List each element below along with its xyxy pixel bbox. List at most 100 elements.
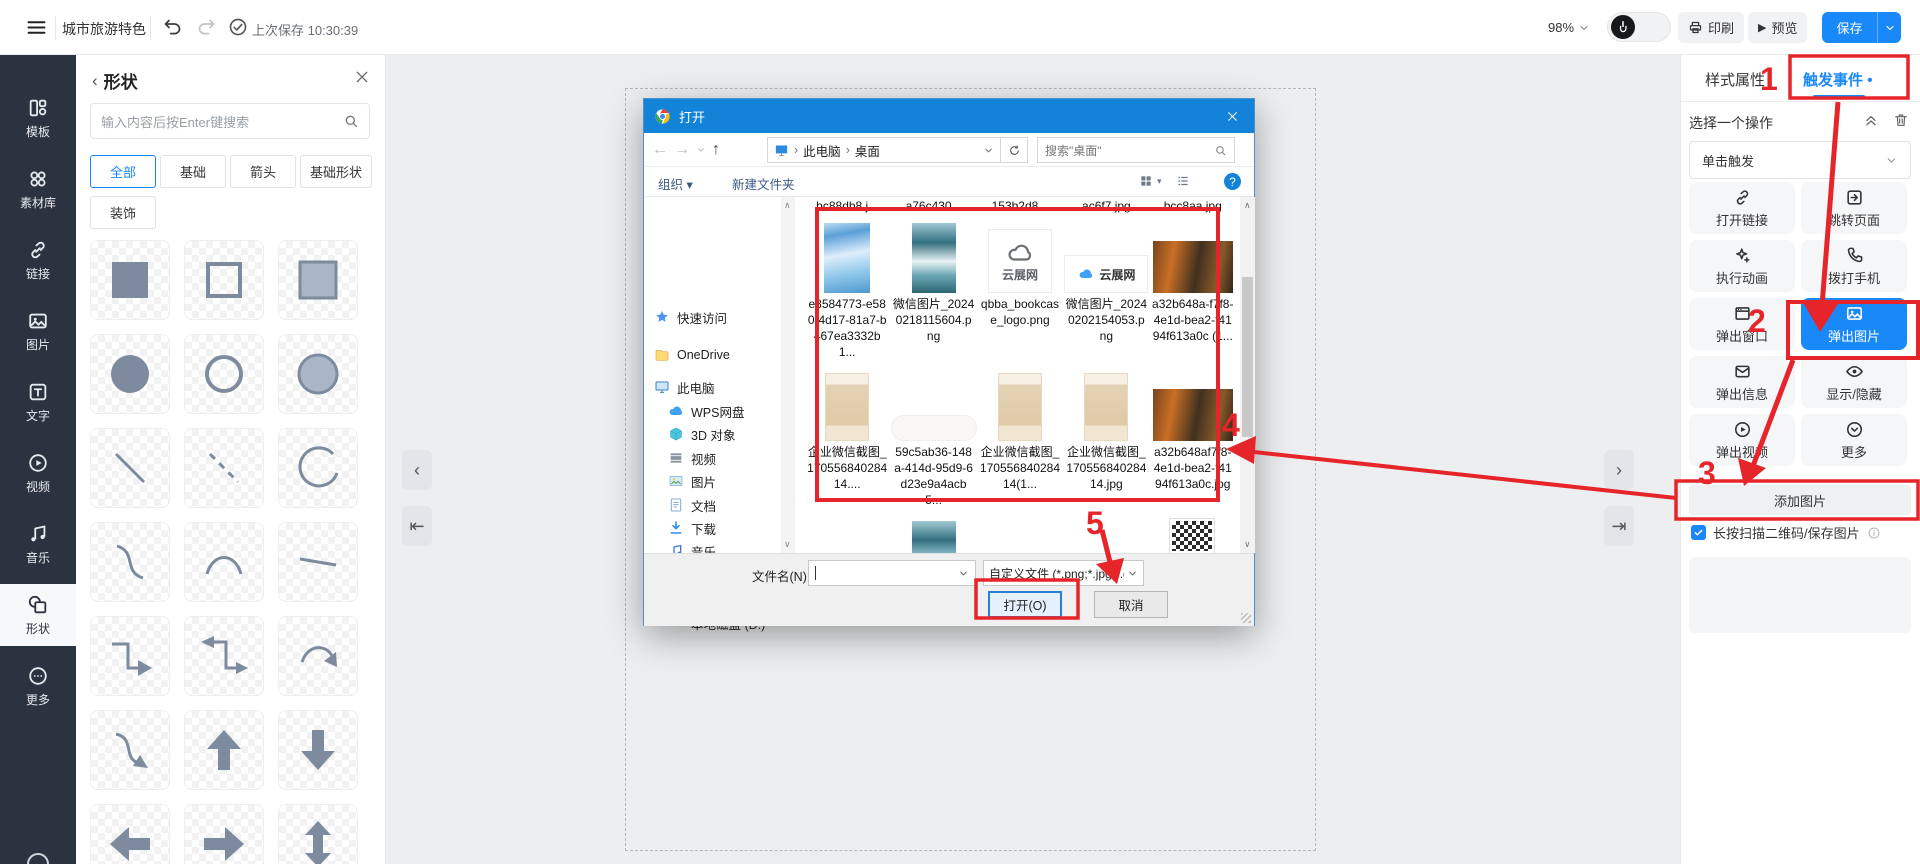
shape-arrow-right[interactable] xyxy=(184,804,264,864)
new-folder-button[interactable]: 新建文件夹 xyxy=(732,174,795,193)
action-show-hide[interactable]: 显示/隐藏 xyxy=(1801,356,1907,408)
scrollbar-thumb[interactable] xyxy=(1242,277,1253,437)
resize-grip[interactable] xyxy=(1241,613,1251,623)
save-button[interactable]: 保存 xyxy=(1822,12,1877,43)
filename-input[interactable] xyxy=(808,560,976,586)
shape-line-diagonal[interactable] xyxy=(90,428,170,508)
dialog-close-button[interactable] xyxy=(1210,99,1254,133)
list-view-icon[interactable] xyxy=(1176,174,1190,188)
shape-curve-s[interactable] xyxy=(90,522,170,602)
file-item[interactable]: 云展网微信图片_20240202154053.png xyxy=(1063,221,1149,360)
collapse-left-full-button[interactable]: ⇤ xyxy=(402,506,432,546)
scroll-up-icon[interactable]: ∧ xyxy=(1244,200,1251,211)
sidebar-scrollbar[interactable]: ∧ ∨ xyxy=(781,197,795,553)
collapse-right-panel-button[interactable]: › xyxy=(1604,450,1634,490)
cancel-button[interactable]: 取消 xyxy=(1094,591,1168,618)
back-chevron-icon[interactable]: ‹ xyxy=(92,71,98,91)
tab-decor[interactable]: 装饰 xyxy=(90,196,156,229)
nav-pictures[interactable]: 图片 xyxy=(668,470,716,492)
sidebar-item-video[interactable]: 视频 xyxy=(0,442,76,504)
action-run-animation[interactable]: 执行动画 xyxy=(1689,240,1795,292)
file-item[interactable]: 企业微信截图_17055684028414(1... xyxy=(977,369,1063,508)
shape-square-outline[interactable] xyxy=(184,240,264,320)
nav-onedrive[interactable]: OneDrive xyxy=(654,344,730,366)
forward-icon[interactable]: → xyxy=(674,141,690,159)
file-item[interactable]: a32b648af7f8-4e1d-bea2-f4194f613a0c.jpg xyxy=(1150,369,1236,508)
scroll-down-icon[interactable]: ∨ xyxy=(1244,539,1251,550)
action-call-phone[interactable]: 拨打手机 xyxy=(1801,240,1907,292)
sidebar-item-music[interactable]: 音乐 xyxy=(0,513,76,575)
sidebar-item-image[interactable]: 图片 xyxy=(0,300,76,362)
breadcrumb[interactable]: › 此电脑 › 桌面 xyxy=(767,137,1001,163)
collapse-right-full-button[interactable]: ⇥ xyxy=(1604,506,1634,546)
shape-curve-arch[interactable] xyxy=(184,522,264,602)
tab-trigger-events[interactable]: 触发事件 • xyxy=(1803,69,1872,90)
action-popup-video[interactable]: 弹出视频 xyxy=(1689,414,1795,466)
collapse-left-panel-button[interactable]: ‹ xyxy=(402,450,432,490)
file-list-scrollbar[interactable]: ∧ ∨ xyxy=(1240,197,1255,553)
print-button[interactable]: 印刷 xyxy=(1678,12,1744,43)
save-dropdown[interactable] xyxy=(1877,12,1901,43)
action-more[interactable]: 更多 xyxy=(1801,414,1907,466)
file-name-partial[interactable]: 153b2d8... xyxy=(977,199,1063,213)
file-thumbnail-partial[interactable] xyxy=(912,521,956,553)
breadcrumb-desktop[interactable]: 桌面 xyxy=(855,141,880,160)
open-button[interactable]: 打开(O) xyxy=(988,591,1062,618)
save-split-button[interactable]: 保存 xyxy=(1822,12,1901,43)
action-open-link[interactable]: 打开链接 xyxy=(1689,182,1795,234)
zoom-select[interactable]: 98% xyxy=(1548,20,1590,35)
sidebar-item-link[interactable]: 链接 xyxy=(0,229,76,291)
checkbox-checked[interactable] xyxy=(1691,525,1706,540)
shape-arrow-down[interactable] xyxy=(278,710,358,790)
shape-s-curve-arrow[interactable] xyxy=(90,710,170,790)
scroll-down-icon[interactable]: ∨ xyxy=(784,539,791,550)
file-name-partial[interactable]: bc88db8.j... xyxy=(804,199,890,213)
add-image-button[interactable]: 添加图片 xyxy=(1689,485,1911,515)
preview-button[interactable]: ▶ 预览 xyxy=(1748,12,1807,43)
file-item[interactable]: 59c5ab36-148a-414d-95d9-6d23e9a4acb5... xyxy=(890,369,976,508)
sidebar-item-template[interactable]: 模板 xyxy=(0,87,76,149)
shape-square-tinted[interactable] xyxy=(278,240,358,320)
shape-arrow-up[interactable] xyxy=(184,710,264,790)
hamburger-menu-icon[interactable] xyxy=(26,17,47,38)
file-name-partial[interactable]: bcc8aa.jpg xyxy=(1150,199,1236,213)
help-icon[interactable]: ? xyxy=(1224,173,1241,190)
file-item[interactable]: 企业微信截图_17055684028414.jpg xyxy=(1063,369,1149,508)
sidebar-item-more[interactable]: 更多 xyxy=(0,655,76,717)
file-item[interactable]: e8584773-e580-4d17-81a7-b467ea3332b1... xyxy=(804,221,890,360)
action-popup-window[interactable]: 弹出窗口 xyxy=(1689,298,1795,350)
shape-arrow-left[interactable] xyxy=(90,804,170,864)
tab-style-properties[interactable]: 样式属性 xyxy=(1705,69,1765,90)
nav-quick-access[interactable]: 快速访问 xyxy=(654,306,727,328)
touch-mode-toggle[interactable] xyxy=(1607,12,1671,42)
history-chevron-icon[interactable] xyxy=(696,145,706,155)
chevron-down-icon[interactable] xyxy=(983,145,994,156)
breadcrumb-this-pc[interactable]: 此电脑 xyxy=(803,141,841,160)
shape-square-filled[interactable] xyxy=(90,240,170,320)
action-jump-page[interactable]: 跳转页面 xyxy=(1801,182,1907,234)
shape-circle-tinted[interactable] xyxy=(278,334,358,414)
view-chevron-icon[interactable]: ▾ xyxy=(1157,176,1162,187)
panel-close-icon[interactable] xyxy=(354,69,370,85)
nav-videos[interactable]: 视频 xyxy=(668,447,716,469)
shape-arc-open[interactable] xyxy=(278,428,358,508)
nav-downloads[interactable]: 下载 xyxy=(668,517,716,539)
dialog-search-input[interactable]: 搜索"桌面" xyxy=(1037,137,1235,163)
file-item[interactable]: a32b648a-f7f8-4e1d-bea2-f4194f613a0c (1.… xyxy=(1150,221,1236,360)
shape-line-dashed[interactable] xyxy=(184,428,264,508)
trigger-type-select[interactable]: 单击触发 xyxy=(1689,141,1911,179)
shape-circle-filled[interactable] xyxy=(90,334,170,414)
back-icon[interactable]: ← xyxy=(652,141,668,159)
sidebar-item-shape[interactable]: 形状 xyxy=(0,584,76,646)
action-popup-image[interactable]: 弹出图片 xyxy=(1801,298,1907,350)
collapse-icon[interactable] xyxy=(1863,112,1879,128)
shape-arrow-up-down[interactable] xyxy=(278,804,358,864)
nav-wps-drive[interactable]: WPS网盘 xyxy=(668,400,744,422)
shape-curve-arrow[interactable] xyxy=(278,616,358,696)
trash-icon[interactable] xyxy=(1893,112,1909,128)
longpress-save-checkbox-row[interactable]: 长按扫描二维码/保存图片 xyxy=(1691,523,1881,542)
file-name-partial[interactable]: a76c430... xyxy=(890,199,976,213)
nav-this-pc[interactable]: 此电脑 xyxy=(654,376,715,398)
redo-icon[interactable] xyxy=(196,17,217,38)
thumbnail-view-icon[interactable] xyxy=(1139,174,1153,188)
